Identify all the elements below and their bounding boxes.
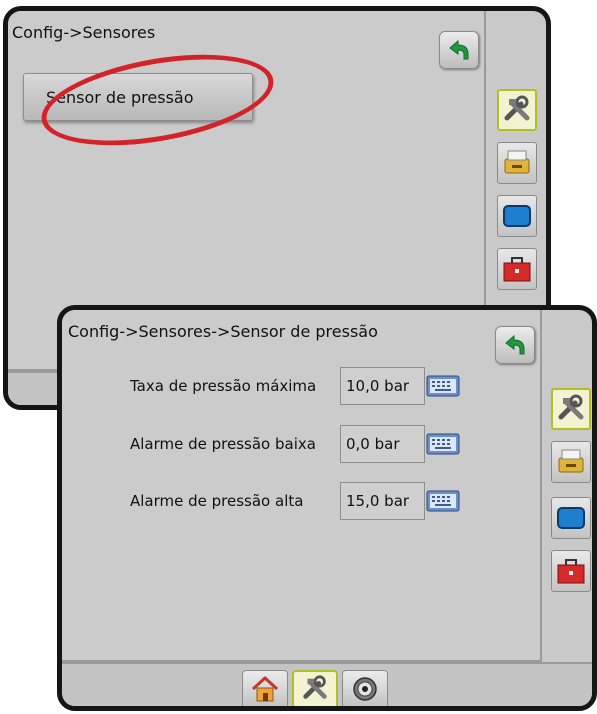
tab-implement[interactable] [497,142,537,184]
gauge-button[interactable] [342,670,388,706]
tab-implement[interactable] [551,441,591,483]
home-button[interactable] [242,670,288,706]
max-pressure-value[interactable]: 10,0 bar [340,367,425,405]
toolbox-icon [503,257,531,282]
tab-tools-box[interactable] [497,248,537,290]
tab-console[interactable] [497,195,537,237]
back-button[interactable] [495,326,535,364]
tab-tools-box[interactable] [551,550,591,592]
setting-label: Alarme de pressão alta [130,492,304,510]
keyboard-icon [426,433,460,455]
keyboard-button-low-pressure[interactable] [417,427,469,461]
tab-tools[interactable] [497,89,537,131]
tools-icon [558,394,584,420]
display-icon [557,507,585,529]
page-title: Config->Sensores->Sensor de pressão [68,322,378,341]
gauge-icon [353,677,377,701]
tools-nav-button[interactable] [292,670,338,706]
home-icon [251,676,279,702]
display-icon [503,205,531,227]
toolbox-icon [557,559,585,584]
back-button[interactable] [439,31,479,69]
setting-label: Alarme de pressão baixa [130,435,316,453]
keyboard-icon [426,490,460,512]
page-title: Config->Sensores [12,23,156,42]
tools-icon [303,675,327,699]
low-pressure-alarm-value[interactable]: 0,0 bar [340,425,425,463]
keyboard-icon [426,375,460,397]
tab-console[interactable] [551,497,591,539]
printer-icon [504,150,530,174]
keyboard-button-max-pressure[interactable] [417,369,469,403]
back-arrow-icon [505,334,525,355]
tools-icon [504,95,530,121]
tab-tools[interactable] [551,388,591,430]
printer-icon [558,449,584,473]
back-arrow-icon [449,39,469,60]
bottom-nav [62,662,592,706]
high-pressure-alarm-value[interactable]: 15,0 bar [340,482,425,520]
keyboard-button-high-pressure[interactable] [417,484,469,518]
setting-label: Taxa de pressão máxima [130,377,317,395]
pressure-sensor-screen: Config->Sensores->Sensor de pressão Taxa… [57,305,597,711]
